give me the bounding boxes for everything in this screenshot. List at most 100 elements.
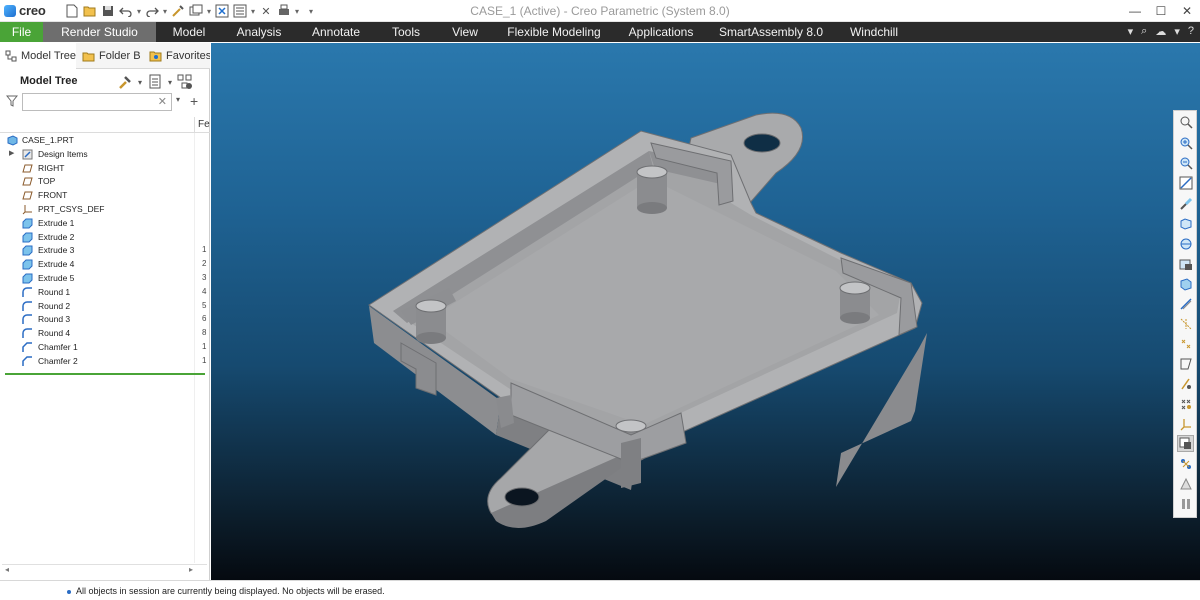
- display-style-icon[interactable]: [1177, 195, 1194, 212]
- datum-plane-icon: [22, 163, 33, 174]
- close-button[interactable]: ✕: [1174, 0, 1200, 22]
- tab-model-tree[interactable]: Model Tree: [0, 43, 76, 69]
- help-center-icon[interactable]: ☁: [1155, 25, 1166, 38]
- tab-favorites[interactable]: Favorites: [145, 43, 210, 69]
- pause-icon[interactable]: [1177, 495, 1194, 512]
- scroll-right-icon[interactable]: ▸: [189, 565, 193, 574]
- repaint-icon[interactable]: [1177, 174, 1194, 191]
- tab-tools[interactable]: Tools: [384, 22, 428, 42]
- tree-row-design-items[interactable]: ▶ Design Items: [0, 148, 210, 162]
- tab-render-studio[interactable]: Render Studio: [43, 22, 156, 42]
- tree-row-round-2[interactable]: Round 2 5: [0, 300, 210, 314]
- tab-annotate[interactable]: Annotate: [304, 22, 368, 42]
- tree-row-top[interactable]: TOP: [0, 175, 210, 189]
- search-icon[interactable]: ⌕: [1141, 25, 1147, 38]
- graphics-window[interactable]: [211, 43, 1200, 580]
- tree-settings-icon[interactable]: [116, 73, 134, 91]
- show-dropdown-icon[interactable]: ▾: [168, 78, 172, 87]
- help-icon[interactable]: ?: [1188, 25, 1194, 38]
- redo-dropdown-icon[interactable]: ▾: [162, 7, 168, 16]
- x-icon[interactable]: ✕: [258, 3, 274, 19]
- expand-arrow-icon[interactable]: ▶: [9, 149, 14, 157]
- new-icon[interactable]: [64, 3, 80, 19]
- tree-row-extrude-4[interactable]: Extrude 4 2: [0, 258, 210, 272]
- view-manager-icon[interactable]: [1177, 255, 1194, 272]
- undo-icon[interactable]: [118, 3, 134, 19]
- clear-search-icon[interactable]: ✕: [158, 95, 167, 108]
- tree-row-front[interactable]: FRONT: [0, 189, 210, 203]
- saved-orientations-icon[interactable]: [1177, 215, 1194, 232]
- qat-overflow-icon[interactable]: ▾: [308, 7, 314, 16]
- tree-filters-icon[interactable]: [176, 73, 194, 91]
- tree-row-round-1[interactable]: Round 1 4: [0, 286, 210, 300]
- tree-row-chamfer-1[interactable]: Chamfer 1 1: [0, 341, 210, 355]
- model-tree-title: Model Tree: [20, 75, 78, 87]
- ribbon-right-controls: ▾ ⌕ ☁ ▾ ?: [1128, 25, 1194, 38]
- open-icon[interactable]: [82, 3, 98, 19]
- show-icon[interactable]: [146, 73, 164, 91]
- tab-smartassembly[interactable]: SmartAssembly 8.0: [716, 22, 826, 42]
- section-icon[interactable]: [1177, 435, 1194, 452]
- save-icon[interactable]: [100, 3, 116, 19]
- close-window-icon[interactable]: [214, 3, 230, 19]
- print-dropdown-icon[interactable]: ▾: [294, 7, 300, 16]
- redo-icon[interactable]: [144, 3, 160, 19]
- plane-display-icon[interactable]: [1177, 295, 1194, 312]
- zoom-in-icon[interactable]: [1177, 134, 1194, 151]
- tab-file[interactable]: File: [0, 22, 43, 42]
- tree-search-input[interactable]: ✕: [22, 93, 172, 111]
- spin-center-icon[interactable]: [1177, 395, 1194, 412]
- tab-applications[interactable]: Applications: [622, 22, 700, 42]
- navigator-pane: Model Tree Folder B Favorites Model Tree: [0, 43, 210, 580]
- insert-here-marker[interactable]: [5, 373, 205, 375]
- tree-row-round-3[interactable]: Round 3 6: [0, 313, 210, 327]
- part-model[interactable]: [211, 43, 1200, 580]
- appearance-icon[interactable]: [1177, 455, 1194, 472]
- tab-analysis[interactable]: Analysis: [230, 22, 288, 42]
- minimize-button[interactable]: —: [1122, 0, 1148, 22]
- named-views-icon[interactable]: [1177, 235, 1194, 252]
- print-icon[interactable]: [276, 3, 292, 19]
- perspective-icon[interactable]: [1177, 275, 1194, 292]
- point-display-icon[interactable]: [1177, 335, 1194, 352]
- tree-row-round-4[interactable]: Round 4 8: [0, 327, 210, 341]
- annotation-display-icon[interactable]: [1177, 375, 1194, 392]
- tree-settings-dropdown-icon[interactable]: ▾: [138, 78, 142, 87]
- tree-row-part[interactable]: CASE_1.PRT: [0, 134, 210, 148]
- refit-icon[interactable]: [1177, 113, 1194, 130]
- tab-flexible-modeling[interactable]: Flexible Modeling: [502, 22, 606, 42]
- column-feature-number[interactable]: Fe: [194, 117, 210, 133]
- scroll-left-icon[interactable]: ◂: [5, 565, 9, 574]
- customize-dropdown-icon[interactable]: ▾: [250, 7, 256, 16]
- filter-icon[interactable]: [5, 95, 20, 109]
- windows-icon[interactable]: [188, 3, 204, 19]
- windows-dropdown-icon[interactable]: ▾: [206, 7, 212, 16]
- add-filter-icon[interactable]: +: [190, 93, 198, 109]
- tree-row-chamfer-2[interactable]: Chamfer 2 1: [0, 355, 210, 369]
- tab-model[interactable]: Model: [164, 22, 214, 42]
- tree-row-extrude-3[interactable]: Extrude 3 1: [0, 244, 210, 258]
- regenerate-icon[interactable]: [170, 3, 186, 19]
- tree-row-extrude-1[interactable]: Extrude 1: [0, 217, 210, 231]
- help-dropdown-icon[interactable]: ▾: [1174, 25, 1180, 38]
- csys-toggle-icon[interactable]: [1177, 415, 1194, 432]
- render-view-icon[interactable]: [1177, 475, 1194, 492]
- customize-icon[interactable]: [232, 3, 248, 19]
- boss-top: [636, 165, 668, 214]
- tree-horizontal-scrollbar[interactable]: ◂ ▸: [2, 564, 207, 576]
- search-dropdown-icon[interactable]: ▾: [176, 95, 180, 104]
- zoom-out-icon[interactable]: [1177, 154, 1194, 171]
- design-items-icon: [22, 149, 33, 160]
- maximize-button[interactable]: ☐: [1148, 0, 1174, 22]
- tree-row-csys[interactable]: PRT_CSYS_DEF: [0, 203, 210, 217]
- undo-dropdown-icon[interactable]: ▾: [136, 7, 142, 16]
- collapse-ribbon-icon[interactable]: ▾: [1128, 25, 1134, 38]
- csys-display-icon[interactable]: [1177, 355, 1194, 372]
- tab-view[interactable]: View: [444, 22, 486, 42]
- axis-display-icon[interactable]: [1177, 315, 1194, 332]
- tab-folder-browser[interactable]: Folder B: [78, 43, 140, 69]
- tab-windchill[interactable]: Windchill: [842, 22, 906, 42]
- tree-row-right[interactable]: RIGHT: [0, 162, 210, 176]
- tree-row-extrude-2[interactable]: Extrude 2: [0, 231, 210, 245]
- tree-row-extrude-5[interactable]: Extrude 5 3: [0, 272, 210, 286]
